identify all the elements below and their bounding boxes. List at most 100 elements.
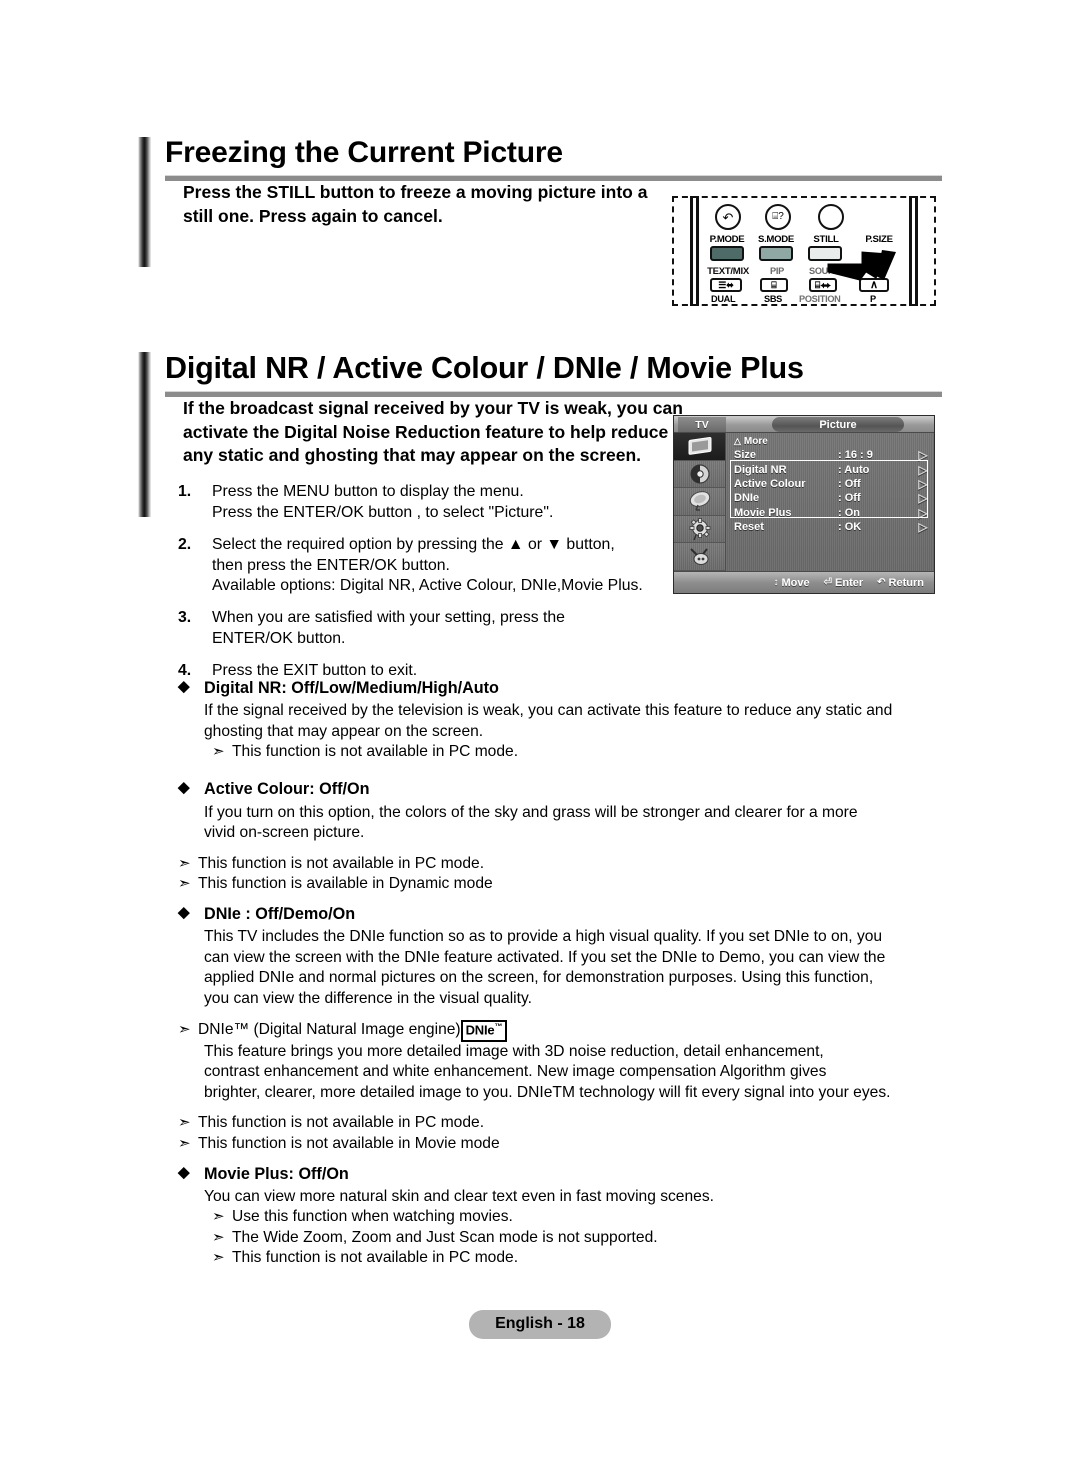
- remote-control-illustration: ↶ ⌸? P.MODE S.MODE STILL P.SIZE TEXT/MIX…: [672, 196, 936, 306]
- osd-footer-return[interactable]: ↶ Return: [877, 577, 924, 589]
- osd-row-active-colour[interactable]: Active Colour : Off ▷: [726, 477, 934, 491]
- speaker-icon: [674, 461, 725, 488]
- pip-icon: ⌸: [771, 279, 777, 290]
- pip-button[interactable]: ⌸: [760, 278, 788, 292]
- label-pmode: P.MODE: [709, 234, 745, 245]
- heading-divider-2: [165, 390, 942, 397]
- diamond-bullet-icon: ◆: [178, 904, 190, 922]
- feature-note-label: This function is available in Dynamic mo…: [198, 874, 493, 892]
- feature-dnie: ◆ DNIe : Off/Demo/On This TV includes th…: [178, 904, 950, 1009]
- osd-window: TV Picture △ More Size: 16: 9 ▷ Digita…: [673, 415, 935, 594]
- feature-line: vivid on-screen picture.: [204, 824, 365, 842]
- label-smode: S.MODE: [757, 234, 795, 245]
- osd-row-label: DNIe: [734, 492, 760, 505]
- dnie-logo-badge: DNIe™: [460, 1020, 508, 1042]
- satellite-dish-icon: [674, 488, 725, 515]
- return-round-button[interactable]: ↶: [715, 204, 741, 230]
- textmix-icon: ☰⬌: [718, 279, 734, 290]
- osd-icon-input[interactable]: [674, 543, 725, 571]
- procedure-steps: 1. Press the MENU button to display the …: [178, 482, 678, 693]
- info-round-button[interactable]: ⌸?: [765, 204, 791, 230]
- osd-row-value: : On: [838, 506, 860, 519]
- feature-heading-label: Active Colour: Off/On: [204, 780, 370, 799]
- feature-note: ➣ This function is not available in PC m…: [178, 854, 950, 874]
- osd-option-list: △ More Size : 16 : 9 ▷ Digital NR : Auto…: [726, 433, 934, 571]
- arrow-bullet-icon: ➣: [212, 743, 225, 761]
- plug-icon: [674, 543, 725, 570]
- chevron-right-icon: ▷: [918, 505, 928, 520]
- osd-row-label: Digital NR: [734, 463, 787, 476]
- arrow-bullet-icon: ➣: [178, 854, 191, 872]
- feature-line: If you turn on this option, the colors o…: [204, 803, 858, 821]
- osd-icon-picture[interactable]: [674, 433, 725, 461]
- feature-line: This feature brings you more detailed im…: [204, 1042, 824, 1060]
- diamond-bullet-icon: ◆: [178, 678, 190, 695]
- step-line: Press the ENTER/OK button , to select "P…: [212, 503, 554, 521]
- feature-movie-plus: ◆ Movie Plus: Off/On You can view more n…: [178, 1164, 950, 1268]
- feature-note: ➣ This function is not available in Movi…: [178, 1134, 950, 1154]
- osd-footer-move[interactable]: ↕ Move: [774, 577, 810, 589]
- label-pip: PIP: [770, 266, 784, 276]
- label-still: STILL: [813, 234, 839, 245]
- enter-icon: ⏎: [823, 577, 833, 588]
- arrow-bullet-icon: ➣: [178, 874, 191, 892]
- chevron-right-icon: ▷: [918, 520, 928, 535]
- osd-row-label: Movie Plus: [734, 506, 792, 519]
- osd-icon-setup[interactable]: [674, 515, 725, 544]
- osd-footer-enter[interactable]: ⏎ Enter: [824, 577, 864, 589]
- osd-icon-channel[interactable]: [674, 488, 725, 516]
- arrow-bullet-icon: ➣: [178, 1134, 191, 1152]
- smode-button[interactable]: [759, 246, 793, 261]
- remote-body: ↶ ⌸? P.MODE S.MODE STILL P.SIZE TEXT/MIX…: [672, 196, 936, 306]
- step-number: 1.: [178, 483, 192, 500]
- remote-rail-left-inner: [696, 196, 699, 306]
- step-2: 2. Select the required option by pressin…: [178, 535, 678, 598]
- feature-heading-label: Movie Plus: Off/On: [204, 1164, 349, 1183]
- osd-footer-enter-label: Enter: [835, 576, 864, 589]
- feature-line: brighter, clearer, more detailed image t…: [204, 1083, 891, 1101]
- feature-note-label: This function is not available in PC mod…: [232, 1248, 519, 1266]
- feature-body: This TV includes the DNIe function so as…: [178, 927, 950, 1009]
- feature-note-label: This function is not available in Movie …: [198, 1134, 500, 1152]
- osd-row-value: : 16 : 9: [838, 449, 873, 462]
- textmix-button[interactable]: ☰⬌: [710, 278, 742, 292]
- feature-line: contrast enhancement and white enhanceme…: [204, 1063, 827, 1081]
- return-arrow-icon: ↶: [722, 209, 734, 225]
- feature-active-colour: ◆ Active Colour: Off/On If you turn on t…: [178, 779, 950, 843]
- osd-icon-sound[interactable]: [674, 460, 725, 489]
- osd-row-value: : OK: [838, 521, 862, 534]
- osd-row-value: : Off: [838, 492, 861, 505]
- osd-row-value: : Off: [838, 477, 861, 490]
- osd-more-row[interactable]: △ More: [726, 435, 934, 448]
- blank-round-button[interactable]: [818, 204, 844, 230]
- feature-line: applied DNIe and normal pictures on the …: [204, 969, 874, 987]
- osd-top-bar: TV Picture: [674, 416, 934, 433]
- pmode-button[interactable]: [710, 246, 744, 261]
- osd-row-label: Size: [734, 449, 757, 462]
- body-accent-bar: [138, 181, 151, 268]
- osd-row-reset[interactable]: Reset : OK ▷: [726, 520, 934, 534]
- osd-row-dnie[interactable]: DNIe : Off ▷: [726, 491, 934, 505]
- osd-row-size[interactable]: Size : 16 : 9 ▷: [726, 448, 934, 462]
- arrow-bullet-icon: ➣: [212, 1208, 225, 1226]
- osd-row-digital-nr[interactable]: Digital NR : Auto ▷: [726, 462, 934, 477]
- label-psize: P.SIZE: [865, 234, 893, 245]
- feature-body: If you turn on this option, the colors o…: [178, 803, 950, 844]
- label-dual: DUAL: [711, 294, 736, 304]
- feature-note-label: This function is not available in PC mod…: [232, 743, 519, 761]
- label-sbs: SBS: [764, 294, 782, 304]
- feature-note-label: Use this function when watching movies.: [232, 1208, 513, 1226]
- osd-source-label: TV: [678, 417, 726, 432]
- remote-rail-right-inner: [909, 196, 912, 306]
- active-colour-notes: ➣ This function is not available in PC m…: [178, 854, 950, 895]
- page-number-badge: English - 18: [469, 1310, 611, 1339]
- heading-accent-bar-2: [138, 352, 151, 397]
- feature-body: You can view more natural skin and clear…: [178, 1187, 950, 1268]
- feature-heading: ◆ Active Colour: Off/On: [178, 779, 950, 800]
- osd-row-movie-plus[interactable]: Movie Plus : On ▷: [726, 506, 934, 520]
- feature-note-label: The Wide Zoom, Zoom and Just Scan mode i…: [232, 1228, 658, 1246]
